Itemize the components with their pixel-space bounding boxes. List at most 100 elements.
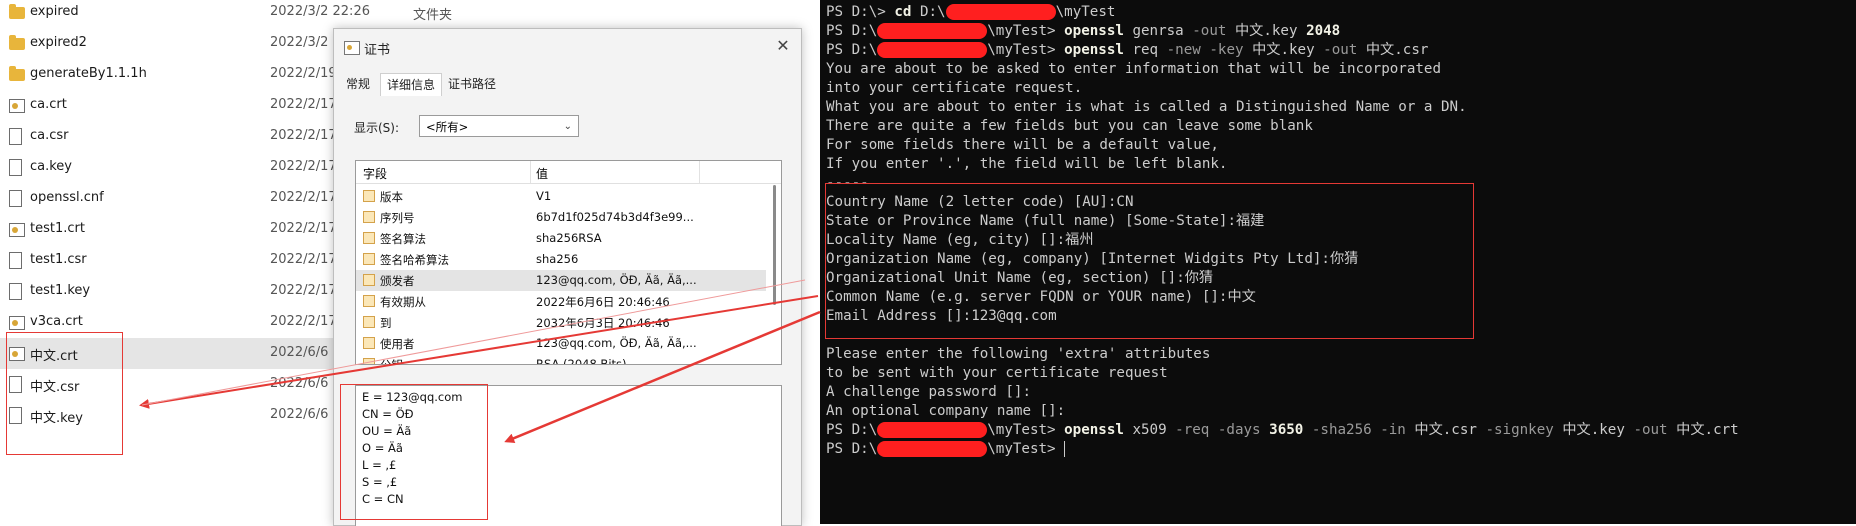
field-name: 版本: [380, 190, 403, 204]
dialog-title: 证书: [364, 43, 391, 58]
file-date: 2022/6/6 2: [270, 376, 341, 391]
command-flag: -signkey: [1485, 422, 1554, 438]
certificate-icon: [344, 41, 360, 55]
file-date: 2022/2/17: [270, 97, 337, 112]
field-name: 使用者: [380, 337, 415, 351]
command-flag: -key: [1209, 42, 1244, 58]
terminal-text: \myTest: [1055, 4, 1116, 20]
file-date: 2022/3/2: [270, 35, 329, 50]
redaction-mark: [877, 23, 988, 39]
command-name: cd: [894, 4, 912, 20]
terminal-text: D:\: [911, 4, 946, 20]
field-row[interactable]: 签名算法 sha256RSA: [356, 228, 766, 249]
terminal-line: PS D:\ \myTest> openssl x509 -req -days 3…: [826, 421, 1739, 440]
terminal-text: If you enter '.', the field will be left…: [826, 156, 1228, 172]
command-flag: -out: [1633, 422, 1668, 438]
certificate-icon: [9, 316, 25, 330]
field-icon: [363, 274, 375, 286]
file-date: 2022/2/17: [270, 159, 337, 174]
field-icon: [363, 253, 375, 265]
terminal-text: 中文.key: [1553, 422, 1634, 438]
field-name: 到: [380, 316, 392, 330]
field-value: 123@qq.com, ÖÐ, Äã, Äã,...: [536, 336, 697, 350]
command-name: openssl: [1064, 422, 1124, 438]
command-flag: -days: [1217, 422, 1261, 438]
terminal-text: 中文.key: [1226, 23, 1307, 39]
file-row[interactable]: expired 2022/3/2 22:26 文件夹: [0, 0, 800, 28]
column-header-value[interactable]: 值: [536, 165, 548, 182]
terminal-line: to be sent with your certificate request: [826, 364, 1168, 383]
file-name: generateBy1.1.1h: [30, 66, 147, 81]
terminal-text: What you are about to enter is what is c…: [826, 99, 1467, 115]
terminal-line: PS D:\> cd D:\ \myTest: [826, 3, 1115, 22]
terminal-text: You are about to be asked to enter infor…: [826, 61, 1441, 77]
terminal-line: PS D:\ \myTest> openssl req -new -key 中文.…: [826, 41, 1428, 60]
close-icon[interactable]: ✕: [774, 36, 792, 55]
terminal-text: 中文.crt: [1667, 422, 1739, 438]
terminal-text: Please enter the following 'extra' attri…: [826, 346, 1211, 362]
field-row[interactable]: 使用者 123@qq.com, ÖÐ, Äã, Äã,...: [356, 333, 766, 354]
tab-certification-path[interactable]: 证书路径: [442, 73, 502, 95]
folder-icon: [9, 4, 25, 19]
terminal-text: PS D:\: [826, 422, 878, 438]
terminal-text: to be sent with your certificate request: [826, 365, 1168, 381]
terminal-line: Please enter the following 'extra' attri…: [826, 345, 1210, 364]
redaction-mark: [877, 42, 988, 58]
terminal-text: PS D:\: [826, 42, 878, 58]
field-icon: [363, 295, 375, 307]
show-label: 显示(S):: [354, 121, 400, 135]
command-number: 3650: [1269, 422, 1304, 438]
field-icon: [363, 337, 375, 349]
file-name: ca.csr: [30, 128, 69, 143]
terminal-line: An optional company name []:: [826, 402, 1065, 421]
fields-list[interactable]: 字段 值 版本 V1 序列号 6b7d1f025d74b3d4f3e99... 签名算法…: [355, 160, 782, 365]
scrollbar[interactable]: [773, 185, 776, 305]
field-row[interactable]: 有效期从 2022年6月6日 20:46:46: [356, 291, 766, 312]
terminal-line: A challenge password []:: [826, 383, 1031, 402]
field-row[interactable]: 序列号 6b7d1f025d74b3d4f3e99...: [356, 207, 766, 228]
field-row[interactable]: 到 2032年6月3日 20:46:46: [356, 312, 766, 333]
tab-general[interactable]: 常规: [340, 73, 376, 95]
terminal-text: \myTest>: [987, 422, 1065, 438]
terminal-text: PS D:\: [826, 441, 878, 457]
field-row[interactable]: 颁发者 123@qq.com, ÖÐ, Äã, Äã,...: [356, 270, 766, 291]
field-value: 2022年6月6日 20:46:46: [536, 295, 670, 309]
column-header-field[interactable]: 字段: [363, 165, 387, 182]
field-value: 123@qq.com, ÖÐ, Äã, Äã,...: [536, 273, 697, 287]
field-icon: [363, 232, 375, 244]
document-icon: [9, 128, 22, 145]
terminal-text: x509: [1123, 422, 1176, 438]
field-name: 签名哈希算法: [380, 253, 449, 267]
chevron-down-icon: ⌄: [563, 121, 572, 132]
terminal-text: For some fields there will be a default …: [826, 137, 1219, 153]
field-value: 6b7d1f025d74b3d4f3e99...: [536, 210, 694, 224]
command-flag: -out: [1192, 23, 1227, 39]
field-row[interactable]: 公钥 RSA (2048 Bits): [356, 354, 766, 364]
command-number: 2048: [1306, 23, 1341, 39]
field-value: 2032年6月3日 20:46:46: [536, 316, 670, 330]
file-date: 2022/2/17: [270, 252, 337, 267]
command-flag: -new: [1166, 42, 1201, 58]
field-row[interactable]: 版本 V1: [356, 186, 766, 207]
terminal-text: \myTest>: [987, 441, 1065, 457]
command-name: openssl: [1064, 23, 1124, 39]
field-icon: [363, 190, 375, 202]
command-flag: -out: [1323, 42, 1358, 58]
terminal-text: A challenge password []:: [826, 384, 1031, 400]
document-icon: [9, 283, 22, 300]
terminal-text: into your certificate request.: [826, 80, 1083, 96]
file-name: expired: [30, 4, 79, 19]
annotation-box-detail: [340, 384, 488, 520]
field-row[interactable]: 签名哈希算法 sha256: [356, 249, 766, 270]
show-select[interactable]: <所有> ⌄: [419, 115, 579, 137]
certificate-icon: [9, 99, 25, 113]
command-flag: -sha256: [1311, 422, 1372, 438]
terminal-text: \myTest>: [987, 23, 1065, 39]
field-name: 颁发者: [380, 274, 415, 288]
terminal-text: 中文.key: [1243, 42, 1324, 58]
terminal-line: PS D:\ \myTest>: [826, 440, 1066, 459]
terminal-text: PS D:\: [826, 23, 878, 39]
tab-details[interactable]: 详细信息: [380, 73, 443, 96]
file-date: 2022/6/6 2: [270, 407, 341, 422]
